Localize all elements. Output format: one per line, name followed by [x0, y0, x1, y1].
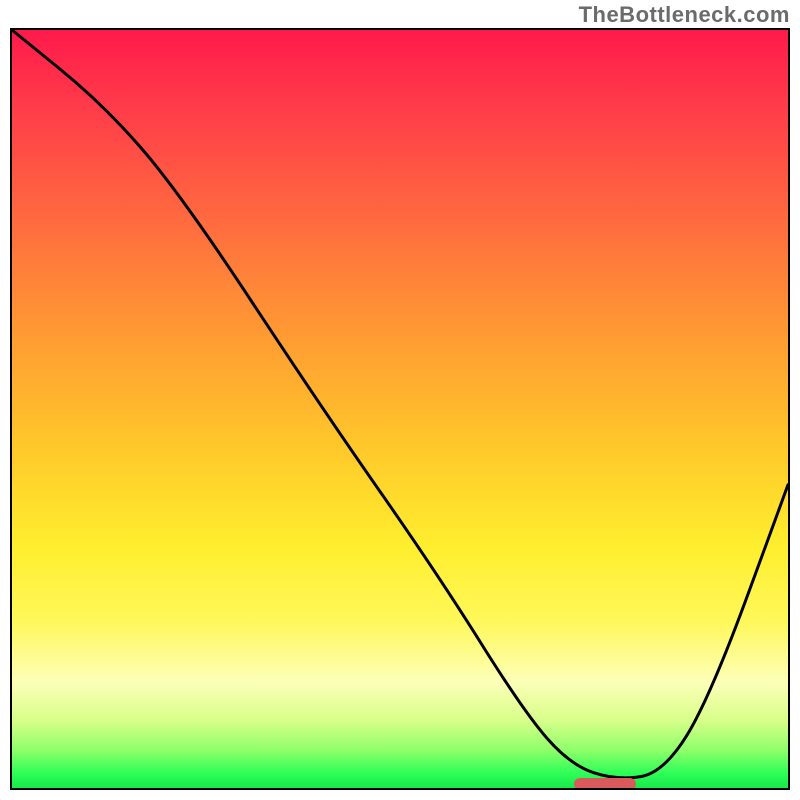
bottleneck-curve — [12, 30, 788, 788]
optimal-range-marker — [574, 778, 636, 790]
chart-container: TheBottleneck.com — [0, 0, 800, 800]
plot-area — [10, 28, 790, 790]
watermark-label: TheBottleneck.com — [579, 2, 790, 28]
